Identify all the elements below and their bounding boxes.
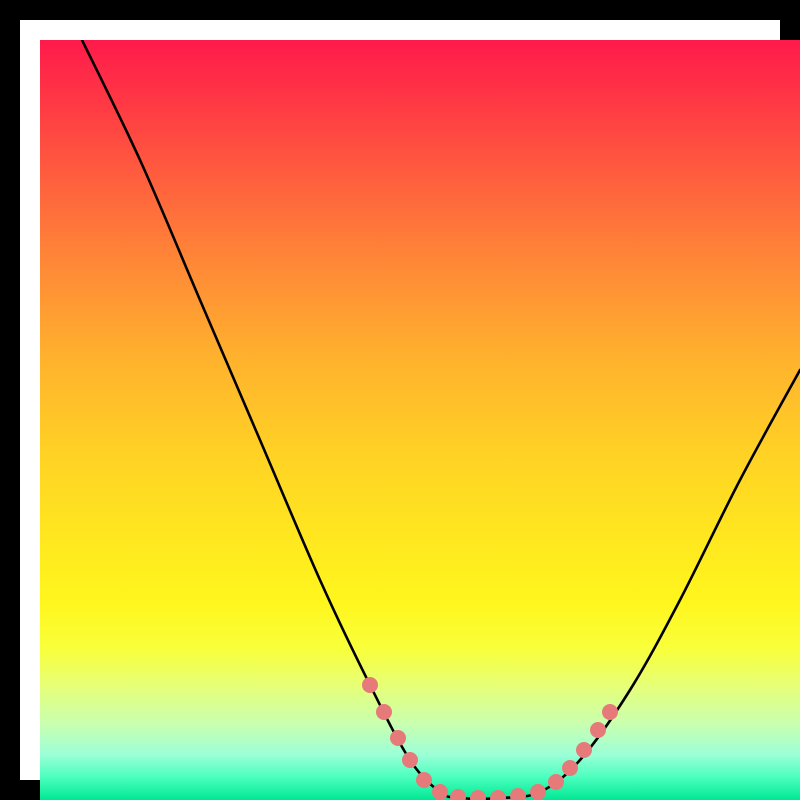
dot xyxy=(602,704,618,720)
dot xyxy=(402,752,418,768)
highlighted-points xyxy=(362,677,618,800)
dot xyxy=(450,789,466,800)
dot xyxy=(376,704,392,720)
dot xyxy=(590,722,606,738)
dot xyxy=(490,790,506,800)
dot xyxy=(576,742,592,758)
dot xyxy=(530,784,546,800)
dot xyxy=(432,784,448,800)
chart-frame xyxy=(0,0,800,800)
dot xyxy=(470,790,486,800)
dot xyxy=(562,760,578,776)
dot xyxy=(362,677,378,693)
dots-layer xyxy=(40,40,800,800)
dot xyxy=(510,788,526,800)
dot xyxy=(416,772,432,788)
dot xyxy=(548,774,564,790)
plot-area xyxy=(40,40,800,800)
dot xyxy=(390,730,406,746)
